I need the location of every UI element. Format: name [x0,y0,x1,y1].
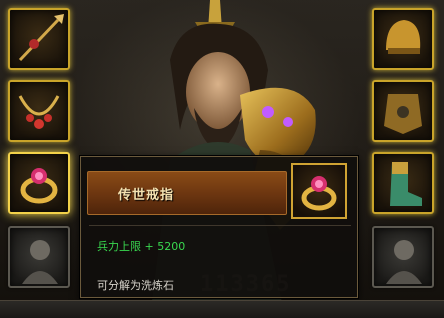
helmet-slot[interactable] [372,8,434,70]
item-title-banner: 传世戒指 [87,171,287,215]
game-scene: 113365 传世戒指 兵力上限 + 5200 可分解为洗炼石 [0,0,444,318]
item-tooltip: 传世戒指 兵力上限 + 5200 可分解为洗炼石 [80,156,358,298]
armor-icon [384,94,422,134]
bottom-bar [0,300,444,318]
necklace-slot[interactable] [8,80,70,142]
ring-icon [20,168,58,204]
item-name: 传世戒指 [118,188,175,203]
necklace-icon [18,95,60,129]
companion-slot-2[interactable] [372,226,434,288]
helmet-icon [386,20,421,54]
companion-slot[interactable] [8,226,70,288]
boots-slot[interactable] [372,152,434,214]
portrait-icon [22,240,58,284]
ring-icon [301,176,337,211]
item-icon-frame [291,163,347,219]
boots-icon [390,162,422,206]
spear-icon [18,14,64,62]
ring-slot[interactable] [8,152,70,214]
armor-slot[interactable] [372,80,434,142]
item-note: 可分解为洗炼石 [97,279,174,292]
weapon-slot[interactable] [8,8,70,70]
item-stat: 兵力上限 + 5200 [97,240,186,253]
portrait-icon [386,240,422,284]
tooltip-divider [89,225,351,226]
